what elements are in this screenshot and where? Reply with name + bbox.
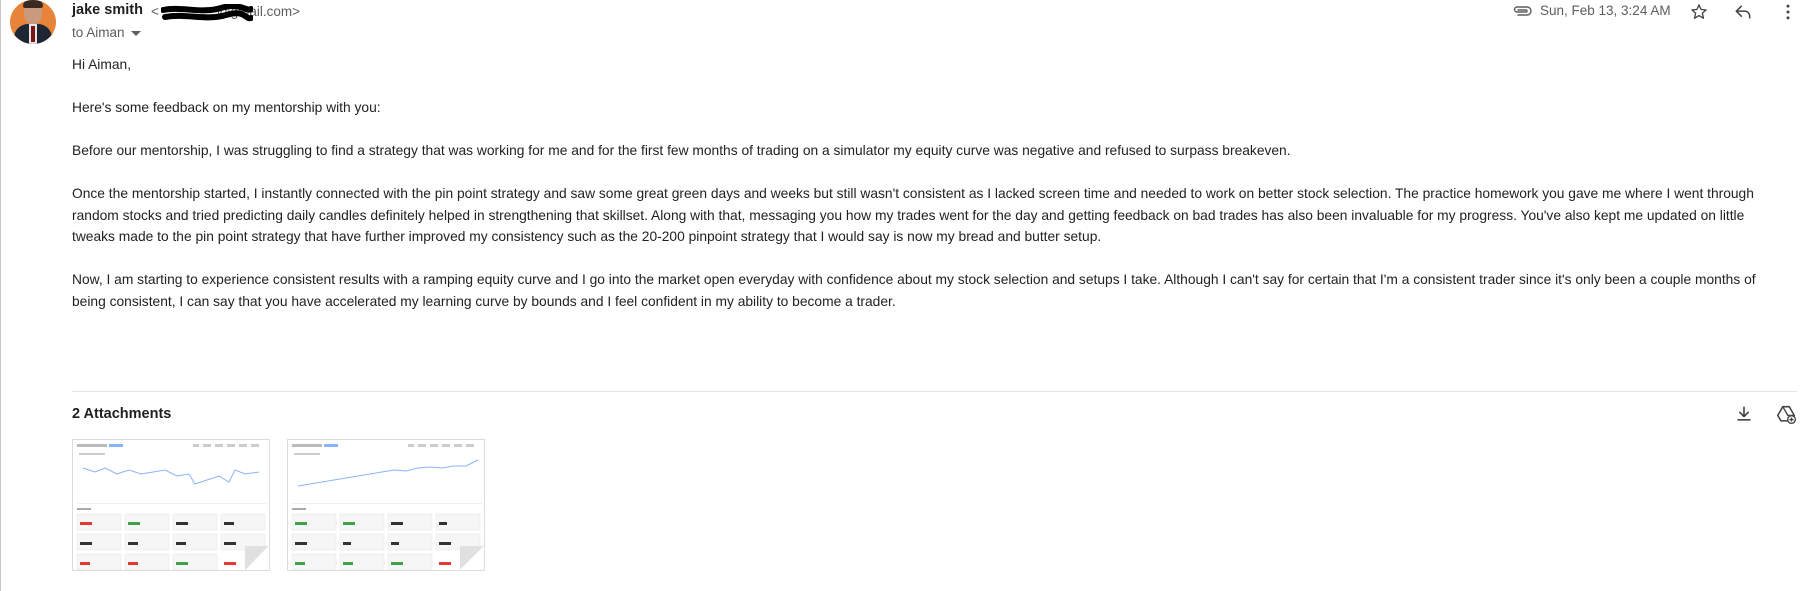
body-paragraph-1: Here's some feedback on my mentorship wi… (72, 100, 381, 115)
body-paragraph-4: Now, I am starting to experience consist… (72, 272, 1756, 309)
message-date-area: Sun, Feb 13, 3:24 AM (1512, 3, 1671, 18)
thumbnail-fold (245, 546, 269, 570)
email-message-view: jake smith < @gmail.com> to Aiman Sun, Fe… (0, 0, 1812, 591)
body-greeting: Hi Aiman, (72, 57, 132, 72)
message-date: Sun, Feb 13, 3:24 AM (1540, 3, 1671, 18)
equity-chart-screenshot-icon (76, 444, 267, 570)
download-all-button[interactable] (1729, 401, 1759, 427)
star-icon (1691, 4, 1707, 19)
sender-avatar[interactable] (10, 0, 56, 44)
download-icon (1737, 406, 1751, 421)
avatar-tie (31, 26, 35, 42)
attachment-thumbnail-1[interactable] (72, 439, 270, 571)
body-paragraph-3: Once the mentorship started, I instantly… (72, 186, 1754, 244)
recipient-label: to Aiman (72, 25, 125, 40)
attachments-divider (72, 391, 1797, 392)
recipient-details-toggle[interactable]: to Aiman (72, 25, 141, 40)
attachments-title: 2 Attachments (72, 406, 172, 422)
paperclip-icon (1513, 5, 1532, 16)
message-body: Hi Aiman, Here's some feedback on my men… (72, 54, 1772, 312)
redaction-scribble (161, 4, 253, 22)
sender-name[interactable]: jake smith (72, 2, 143, 18)
avatar-hair (23, 0, 43, 8)
more-vert-icon (1786, 4, 1790, 20)
body-paragraph-2: Before our mentorship, I was struggling … (72, 143, 1291, 158)
equity-chart-screenshot-icon (291, 444, 482, 570)
add-all-to-drive-button[interactable] (1771, 401, 1801, 427)
reply-icon (1735, 5, 1751, 19)
add-to-drive-icon (1776, 405, 1797, 425)
more-options-button[interactable] (1773, 0, 1803, 24)
star-button[interactable] (1684, 0, 1714, 24)
thumbnail-fold (460, 546, 484, 570)
reply-button[interactable] (1728, 0, 1758, 24)
chevron-down-icon (130, 31, 141, 36)
attachment-thumbnail-2[interactable] (287, 439, 485, 571)
sender-email-open-bracket: < (151, 4, 159, 19)
